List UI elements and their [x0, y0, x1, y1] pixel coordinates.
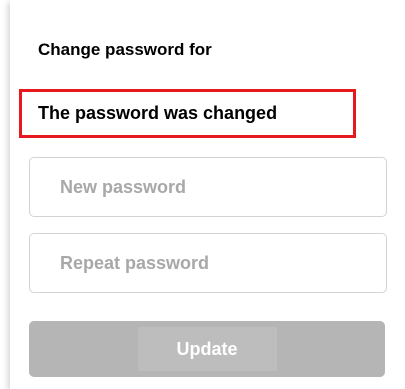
update-button-label: Update: [137, 327, 277, 371]
success-notice: The password was changed: [19, 89, 356, 138]
repeat-password-input[interactable]: [29, 233, 387, 293]
update-button[interactable]: Update: [29, 321, 385, 377]
page-title: Change password for: [38, 40, 212, 59]
new-password-input[interactable]: [29, 157, 387, 217]
success-notice-text: The password was changed: [38, 103, 278, 123]
